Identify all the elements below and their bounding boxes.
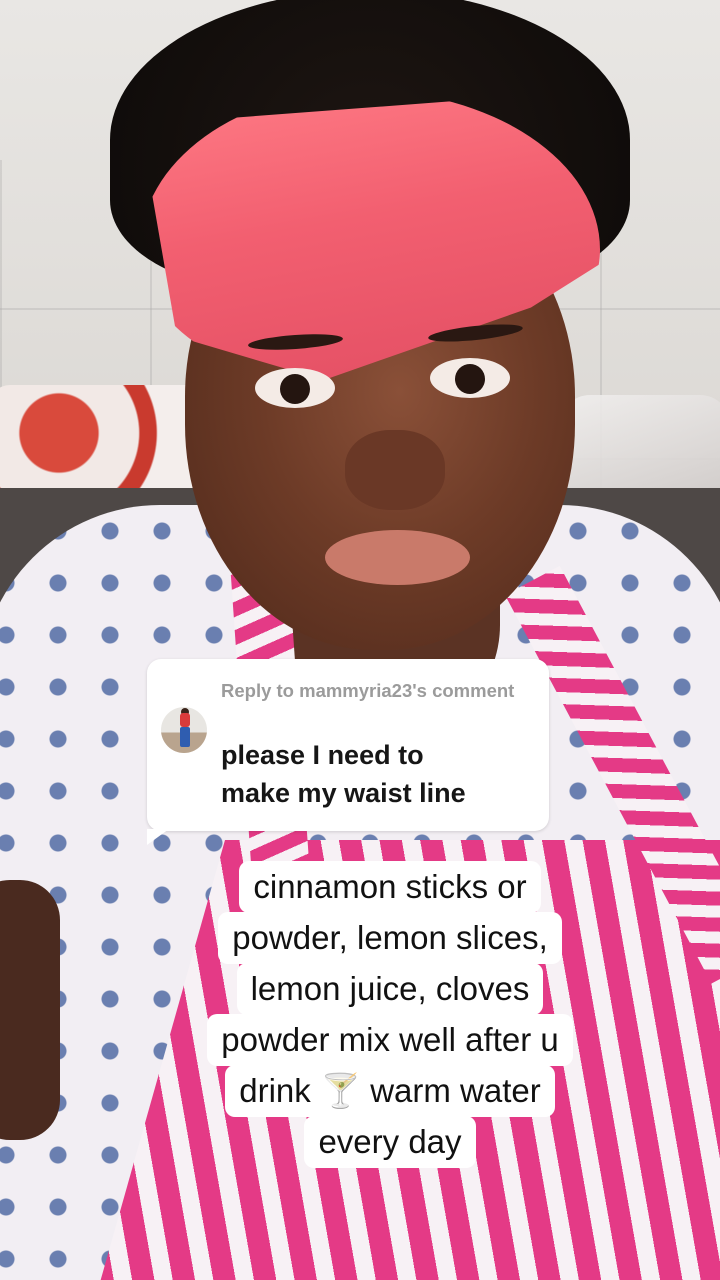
caption-line: drink 🍸 warm water [225, 1065, 555, 1117]
person-lips [325, 530, 470, 585]
person-arm [0, 880, 60, 1140]
reply-comment-text: please I need to make my waist line [221, 736, 541, 813]
avatar-figure-body [180, 713, 190, 727]
reply-comment-line: make my waist line [221, 778, 466, 809]
reply-comment-line: please I need to [221, 740, 424, 770]
commenter-avatar[interactable] [161, 707, 207, 753]
person-eye-left [255, 368, 335, 408]
reply-header: Reply to mammyria23's comment [221, 680, 515, 701]
caption-line: powder mix well after u [207, 1014, 573, 1066]
person-nose [345, 430, 445, 510]
reply-comment-sticker[interactable]: Reply to mammyria23's comment please I n… [147, 659, 549, 845]
caption-line: cinnamon sticks or [239, 861, 541, 913]
video-caption: cinnamon sticks or powder, lemon slices,… [150, 861, 630, 1168]
caption-line: powder, lemon slices, [218, 912, 562, 964]
caption-line: lemon juice, cloves [236, 963, 544, 1015]
person-eye-right [430, 358, 510, 398]
caption-line: every day [304, 1116, 476, 1168]
avatar-figure-legs [180, 727, 190, 747]
